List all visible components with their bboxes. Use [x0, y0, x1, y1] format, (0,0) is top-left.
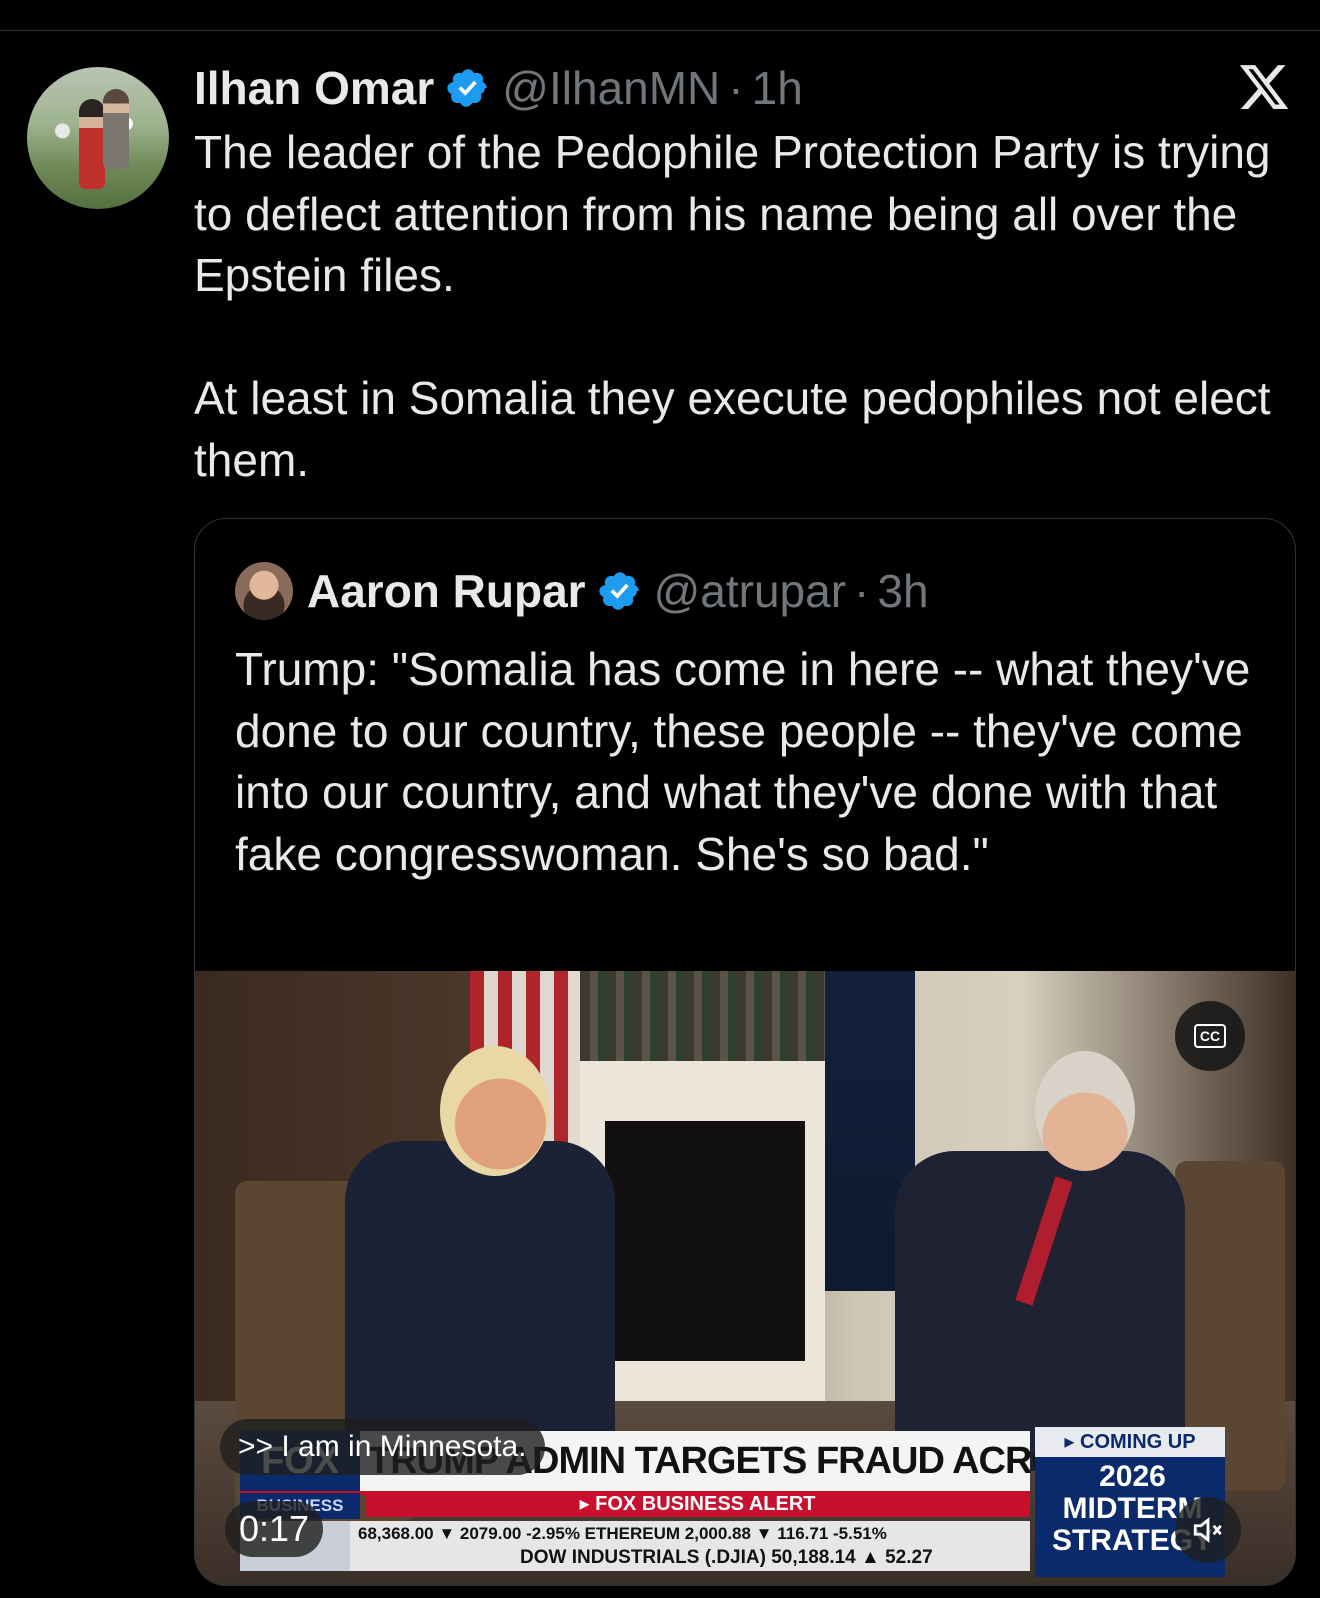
chyron-alert: ▸ FOX BUSINESS ALERT [365, 1491, 1030, 1517]
post-text-paragraph-2: At least in Somalia they execute pedophi… [194, 372, 1271, 486]
x-logo-icon[interactable] [1237, 60, 1291, 114]
quoted-post-header: Aaron Rupar @atrupar · 3h [235, 559, 929, 623]
dot-separator: · [854, 565, 870, 617]
stock-ticker: 68,368.00 ▼ 2079.00 -2.95% ETHEREUM 2,00… [240, 1521, 1030, 1571]
author-handle[interactable]: @IlhanMN [502, 61, 720, 115]
quoted-post-text: Trump: "Somalia has come in here -- what… [235, 643, 1251, 880]
video-elapsed-time: 0:17 [225, 1501, 324, 1557]
quoted-author-avatar[interactable] [235, 562, 293, 620]
verified-badge-icon [598, 572, 639, 610]
muted-speaker-icon [1193, 1517, 1222, 1543]
post-header: Ilhan Omar @IlhanMN · 1h [194, 60, 803, 116]
dot-separator: · [728, 62, 744, 114]
video-player[interactable]: CC FOX TRUMP ADMIN TARGETS FRAUD ACROSS … [195, 971, 1295, 1585]
post-text-paragraph-1: The leader of the Pedophile Protection P… [194, 126, 1271, 301]
quoted-post[interactable]: Aaron Rupar @atrupar · 3h Trump: "Somali… [194, 518, 1296, 1586]
top-divider [0, 30, 1320, 31]
author-avatar[interactable] [27, 67, 169, 209]
video-caption: >> I am in Minnesota. [220, 1419, 545, 1475]
video-person-right [895, 1151, 1185, 1471]
quoted-author-handle[interactable]: @atrupar [654, 564, 846, 618]
post-text: The leader of the Pedophile Protection P… [194, 122, 1274, 491]
author-name[interactable]: Ilhan Omar [194, 61, 434, 115]
verified-badge-icon [447, 69, 488, 107]
ticker-row-1: 68,368.00 ▼ 2079.00 -2.95% ETHEREUM 2,00… [358, 1524, 887, 1543]
post-time[interactable]: 1h [752, 61, 803, 115]
quoted-author-name[interactable]: Aaron Rupar [307, 564, 586, 618]
closed-captions-icon: CC [1193, 1024, 1227, 1048]
coming-up-label: ▸ COMING UP [1035, 1427, 1225, 1457]
ticker-row-2: DOW INDUSTRIALS (.DJIA) 50,188.14 ▲ 52.2… [520, 1547, 933, 1568]
mute-button[interactable] [1175, 1497, 1241, 1563]
closed-captions-button[interactable]: CC [1175, 1001, 1245, 1071]
quoted-post-time[interactable]: 3h [877, 564, 928, 618]
